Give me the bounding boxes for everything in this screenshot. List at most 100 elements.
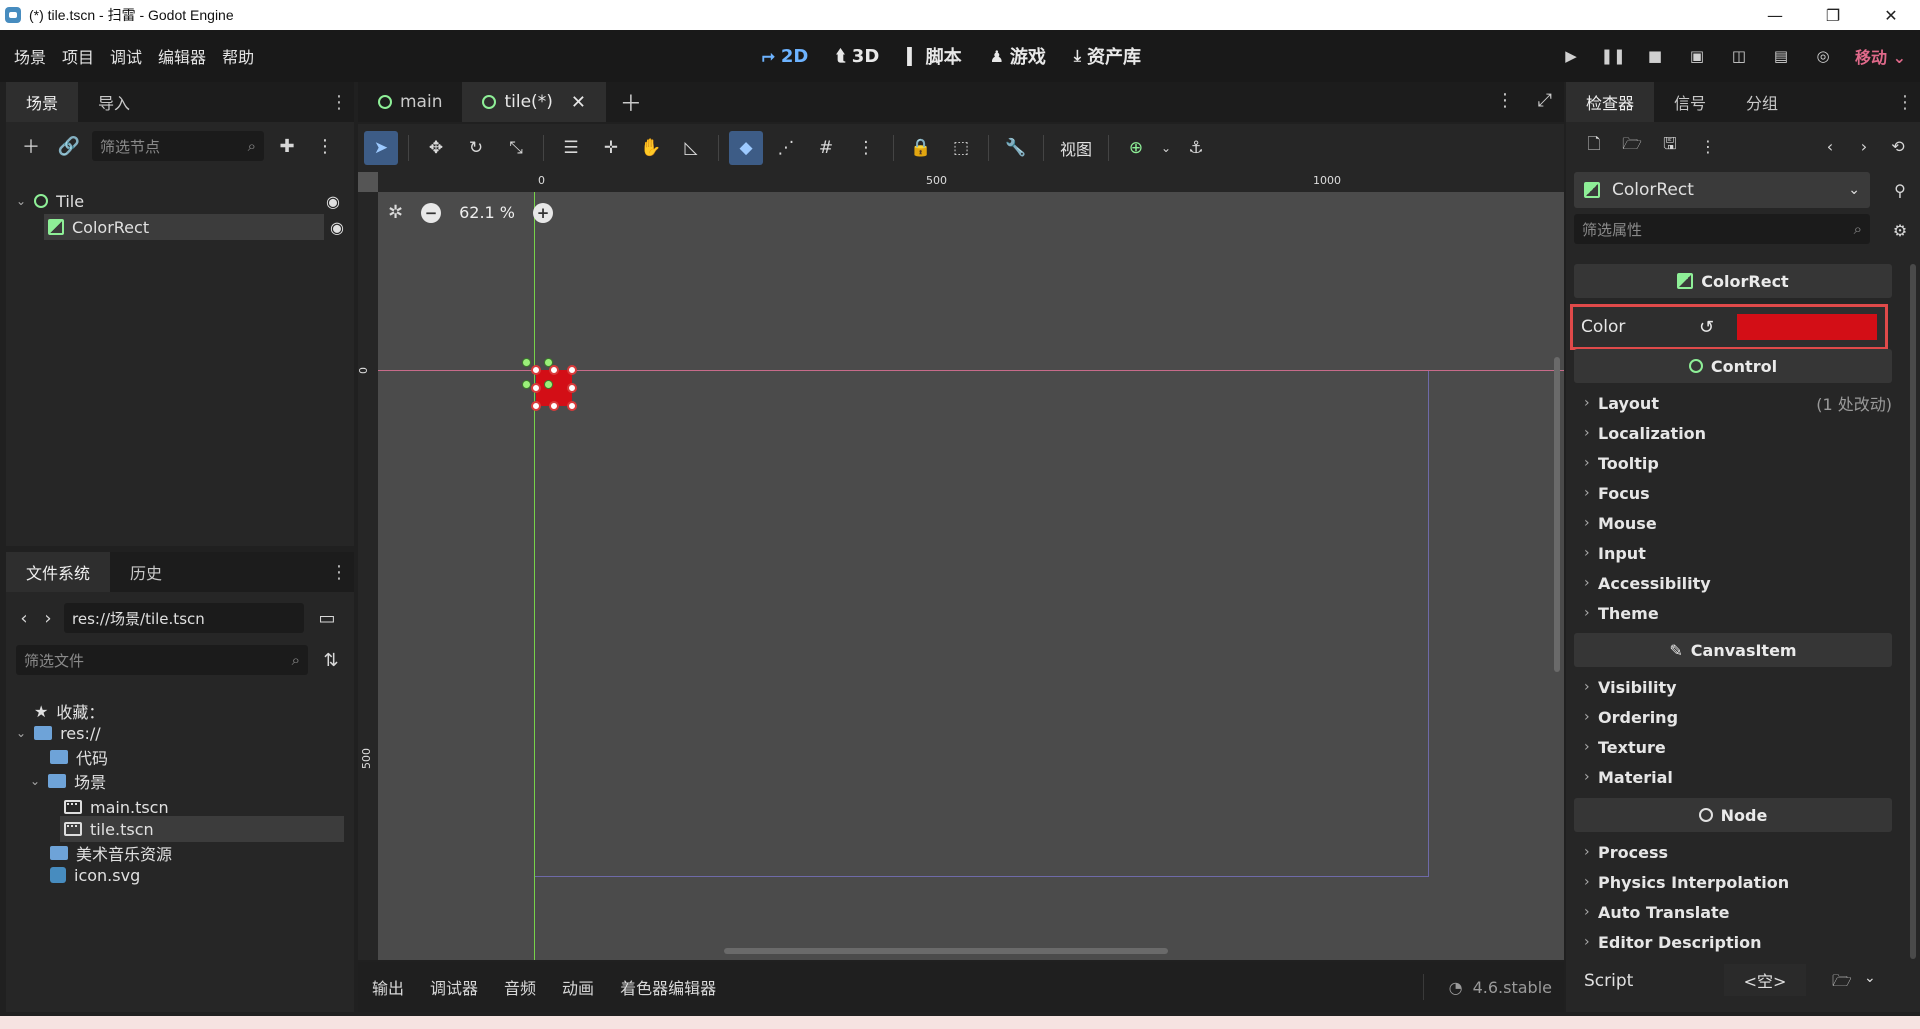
history-forward-icon[interactable]: › xyxy=(1850,132,1878,160)
menu-editor[interactable]: 编辑器 xyxy=(150,44,214,68)
tab-groups[interactable]: 分组 xyxy=(1726,82,1798,122)
group-icon[interactable]: ⬚ xyxy=(944,131,978,165)
add-point-icon[interactable]: ⊕ xyxy=(1119,131,1153,165)
tab-output[interactable]: 输出 xyxy=(372,975,404,999)
open-resource-icon[interactable]: 🗁 xyxy=(1618,132,1646,160)
section-control[interactable]: Control xyxy=(1574,349,1892,383)
file-item-tile-tscn[interactable]: tile.tscn xyxy=(60,816,344,842)
property-options-icon[interactable]: ⚙ xyxy=(1886,216,1914,244)
filter-files-input[interactable]: 筛选文件 ⌕ xyxy=(16,645,308,675)
main-tab-assetlib[interactable]: ⤓ 资产库 xyxy=(1064,43,1151,69)
file-item-icon-svg[interactable]: icon.svg xyxy=(50,862,140,888)
anchor-handle[interactable] xyxy=(544,380,553,389)
minimize-button[interactable]: — xyxy=(1746,0,1804,30)
2d-viewport[interactable]: 0 500 1000 0 500 ✲ − 62.1 % + xyxy=(358,172,1564,960)
file-item-scenes[interactable]: ⌄ 场景 xyxy=(30,768,106,794)
property-group-input[interactable]: › Input xyxy=(1584,538,1646,568)
ruler-tool-icon[interactable]: ◺ xyxy=(674,131,708,165)
file-item-code[interactable]: 代码 xyxy=(50,744,108,770)
property-group-texture[interactable]: › Texture xyxy=(1584,732,1666,762)
scene-tabs-menu-icon[interactable]: ⋮ xyxy=(1496,90,1514,111)
object-selector[interactable]: ColorRect ⌄ xyxy=(1574,172,1870,208)
vertical-scrollbar[interactable] xyxy=(1554,357,1560,672)
move-tool-icon[interactable]: ✥ xyxy=(419,131,453,165)
section-colorrect[interactable]: ColorRect xyxy=(1574,264,1892,298)
resize-handle[interactable] xyxy=(531,401,541,411)
tab-scene[interactable]: 场景 xyxy=(6,82,79,122)
maximize-button[interactable]: ❐ xyxy=(1804,0,1862,30)
tab-debugger[interactable]: 调试器 xyxy=(430,975,478,999)
resource-menu-icon[interactable]: ⋮ xyxy=(1694,132,1722,160)
main-tab-3d[interactable]: ⮬ 3D xyxy=(826,46,889,67)
collapse-icon[interactable]: ⌄ xyxy=(30,774,40,788)
renderer-selector[interactable]: 移动 ⌄ xyxy=(1847,44,1906,68)
view-menu[interactable]: 视图 xyxy=(1054,136,1098,160)
revert-icon[interactable]: ↺ xyxy=(1699,317,1727,338)
resize-handle[interactable] xyxy=(531,383,541,393)
anchor-handle[interactable] xyxy=(544,358,553,367)
tab-audio[interactable]: 音频 xyxy=(504,975,536,999)
main-tab-script[interactable]: ▍ 脚本 xyxy=(897,43,971,69)
filter-nodes-input[interactable]: 筛选节点 ⌕ xyxy=(92,131,264,161)
smart-snap-icon[interactable]: ◆ xyxy=(729,131,763,165)
select-tool-icon[interactable]: ➤ xyxy=(364,131,398,165)
tab-history[interactable]: 历史 xyxy=(110,552,182,592)
sort-icon[interactable]: ⇅ xyxy=(316,645,346,675)
rotate-tool-icon[interactable]: ↻ xyxy=(459,131,493,165)
tab-animation[interactable]: 动画 xyxy=(562,975,594,999)
stop-icon[interactable]: ■ xyxy=(1637,40,1673,72)
property-group-localization[interactable]: › Localization xyxy=(1584,418,1706,448)
tab-filesystem[interactable]: 文件系统 xyxy=(6,552,111,592)
property-group-layout[interactable]: › Layout (1 处改动) xyxy=(1584,388,1906,418)
color-picker-button[interactable] xyxy=(1737,314,1877,340)
close-button[interactable]: ✕ xyxy=(1862,0,1920,30)
path-field[interactable]: res://场景/tile.tscn xyxy=(64,603,304,633)
resize-handle[interactable] xyxy=(567,401,577,411)
resize-handle[interactable] xyxy=(567,383,577,393)
menu-project[interactable]: 项目 xyxy=(54,44,102,68)
tree-node-colorrect[interactable]: ColorRect xyxy=(44,214,324,240)
zoom-out-icon[interactable]: − xyxy=(421,202,442,223)
tab-signals[interactable]: 信号 xyxy=(1654,82,1726,122)
movie-maker-icon[interactable]: ◎ xyxy=(1805,40,1841,72)
node-documentation-icon[interactable]: ⚲ xyxy=(1886,176,1914,204)
main-tab-2d[interactable]: ⮣ 2D xyxy=(752,46,818,67)
dock-menu-icon[interactable]: ⋮ xyxy=(1896,92,1914,113)
property-group-visibility[interactable]: › Visibility xyxy=(1584,672,1677,702)
play-icon[interactable]: ▶ xyxy=(1553,40,1589,72)
property-group-process[interactable]: › Process xyxy=(1584,837,1668,867)
play-scene-icon[interactable]: ◫ xyxy=(1721,40,1757,72)
forward-icon[interactable]: › xyxy=(40,603,56,633)
play-custom-scene-icon[interactable]: ▤ xyxy=(1763,40,1799,72)
property-group-accessibility[interactable]: › Accessibility xyxy=(1584,568,1711,598)
zoom-level[interactable]: 62.1 % xyxy=(459,203,515,222)
tab-inspector[interactable]: 检查器 xyxy=(1566,82,1655,122)
property-group-tooltip[interactable]: › Tooltip xyxy=(1584,448,1659,478)
load-script-icon[interactable]: 🗁 xyxy=(1832,970,1852,997)
new-resource-icon[interactable]: 🗋 xyxy=(1580,132,1608,160)
anchor-icon[interactable]: ⚓ xyxy=(1179,131,1213,165)
scene-menu-icon[interactable]: ⋮ xyxy=(310,131,340,161)
zoom-in-icon[interactable]: + xyxy=(533,202,554,223)
pause-icon[interactable]: ❚❚ xyxy=(1595,40,1631,72)
pivot-tool-icon[interactable]: ✛ xyxy=(594,131,628,165)
property-group-physics-interpolation[interactable]: › Physics Interpolation xyxy=(1584,867,1789,897)
grid-snap-icon[interactable]: # xyxy=(809,131,843,165)
inspector-scrollbar[interactable] xyxy=(1910,264,1916,959)
scale-tool-icon[interactable]: ⤡ xyxy=(499,131,533,165)
menu-help[interactable]: 帮助 xyxy=(214,44,262,68)
filter-properties-input[interactable]: 筛选属性 ⌕ xyxy=(1574,214,1870,244)
lock-icon[interactable]: 🔒 xyxy=(904,131,938,165)
skeleton-icon[interactable]: 🔧 xyxy=(999,131,1033,165)
main-tab-game[interactable]: ♟ 游戏 xyxy=(980,43,1056,69)
menu-scene[interactable]: 场景 xyxy=(6,44,54,68)
history-back-icon[interactable]: ‹ xyxy=(1816,132,1844,160)
property-group-auto-translate[interactable]: › Auto Translate xyxy=(1584,897,1730,927)
add-node-icon[interactable]: ＋ xyxy=(16,131,46,161)
property-group-theme[interactable]: › Theme xyxy=(1584,598,1659,628)
tree-node-tile[interactable]: ⌄ Tile ◉ xyxy=(16,188,350,214)
history-icon[interactable]: ⟲ xyxy=(1884,132,1912,160)
property-group-focus[interactable]: › Focus xyxy=(1584,478,1650,508)
menu-debug[interactable]: 调试 xyxy=(102,44,150,68)
anchor-handle[interactable] xyxy=(522,358,531,367)
